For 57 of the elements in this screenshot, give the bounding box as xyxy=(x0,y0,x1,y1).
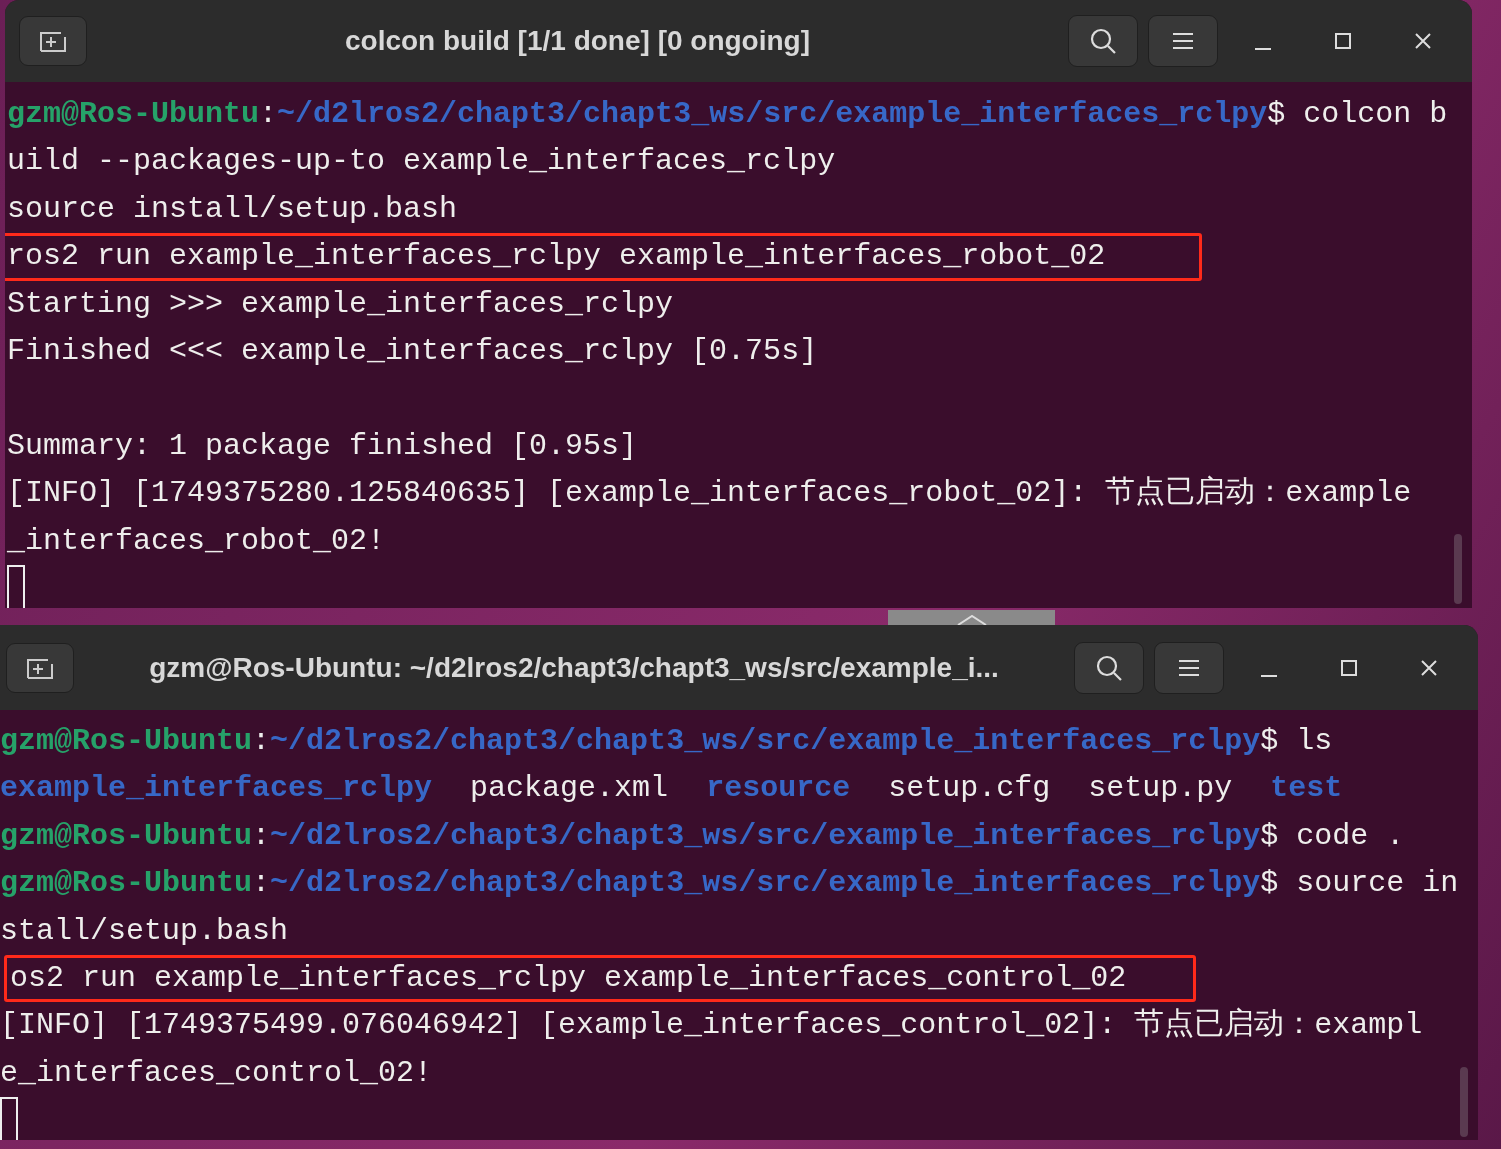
menu-button[interactable] xyxy=(1148,15,1218,67)
prompt-user: gzm@Ros-Ubuntu xyxy=(0,724,253,758)
terminal-text: Finished <<< example_interfaces_rclpy [0.75s] xyxy=(7,333,818,368)
minimize-icon xyxy=(1261,674,1277,677)
terminal-text: $ colcon b xyxy=(1267,97,1448,131)
scrollbar-thumb[interactable] xyxy=(1454,534,1462,605)
prompt-user: gzm@Ros-Ubuntu xyxy=(0,818,253,853)
directory-name: test xyxy=(1270,771,1343,806)
new-tab-button[interactable] xyxy=(6,642,74,693)
menu-icon xyxy=(1171,31,1195,51)
terminal-text: source install/setup.bash xyxy=(7,191,458,226)
terminal-text: ros2 run example_interfaces_rclpy example_interfaces_robot_02 xyxy=(7,239,1106,274)
file-name: setup.cfg xyxy=(888,771,1051,806)
terminal-text: stall/setup.bash xyxy=(0,913,289,948)
terminal-text: : xyxy=(252,818,271,853)
prompt-path: ~/d2lros2/chapt3/chapt3_ws/src/example_interfaces_rclpy xyxy=(270,818,1261,853)
maximize-icon xyxy=(1334,32,1352,50)
file-name: setup.py xyxy=(1088,771,1233,806)
terminal-text: [INFO] [1749375499.076046942] [example_interfaces_control_02]: 节点已启动：exampl xyxy=(0,1008,1423,1043)
terminal-text: os2 run example_interfaces_rclpy example_interfaces_control_02 xyxy=(10,960,1127,995)
terminal-text: $ ls xyxy=(1260,724,1333,758)
search-icon xyxy=(1088,26,1118,56)
directory-name: resource xyxy=(706,771,851,806)
prompt-path: ~/d2lros2/chapt3/chapt3_ws/src/example_interfaces_rclpy xyxy=(270,866,1261,901)
close-icon xyxy=(1420,658,1438,677)
prompt-path: ~/d2lros2/chapt3/chapt3_ws/src/example_interfaces_rclpy xyxy=(270,724,1261,758)
caret-icon xyxy=(956,615,987,625)
text-cursor xyxy=(7,565,25,608)
terminal-text: : xyxy=(252,724,271,758)
prompt-user: gzm@Ros-Ubuntu xyxy=(0,866,253,901)
terminal-text: [INFO] [1749375280.125840635] [example_interfaces_robot_02]: 节点已启动：example xyxy=(7,476,1412,511)
minimize-icon xyxy=(1255,48,1271,50)
text-cursor xyxy=(0,1097,18,1140)
menu-button[interactable] xyxy=(1154,641,1224,694)
terminal-text: _interfaces_robot_02! xyxy=(7,523,386,558)
terminal-text: Starting >>> example_interfaces_rclpy xyxy=(7,286,674,321)
scrollbar-thumb[interactable] xyxy=(1460,1066,1468,1137)
terminal-text: uild --packages-up-to example_interfaces_rclpy xyxy=(7,144,836,179)
menu-icon xyxy=(1177,657,1201,678)
terminal-text: Summary: 1 package finished [0.95s] xyxy=(7,428,638,463)
search-button[interactable] xyxy=(1068,15,1138,67)
terminal-text: e_interfaces_control_02! xyxy=(0,1055,433,1090)
terminal-text: : xyxy=(252,866,271,901)
search-button[interactable] xyxy=(1074,641,1144,694)
terminal-text: $ source in xyxy=(1260,866,1459,901)
maximize-icon xyxy=(1340,658,1358,677)
close-icon xyxy=(1414,32,1432,50)
new-tab-button[interactable] xyxy=(19,16,87,66)
new-tab-icon xyxy=(38,29,68,53)
prompt-user: gzm@Ros-Ubuntu xyxy=(7,97,260,131)
terminal-text: $ code . xyxy=(1260,818,1405,853)
terminal-text: : xyxy=(259,97,278,131)
prompt-path: ~/d2lros2/chapt3/chapt3_ws/src/example_interfaces_rclpy xyxy=(277,97,1268,131)
file-name: package.xml xyxy=(470,771,669,806)
window-title: gzm@Ros-Ubuntu: ~/d2lros2/chapt3/chapt3_ws/src/example_i... xyxy=(148,651,1000,684)
directory-name: example_interfaces_rclpy xyxy=(0,771,433,806)
window-title: colcon build [1/1 done] [0 ongoing] xyxy=(343,25,812,57)
